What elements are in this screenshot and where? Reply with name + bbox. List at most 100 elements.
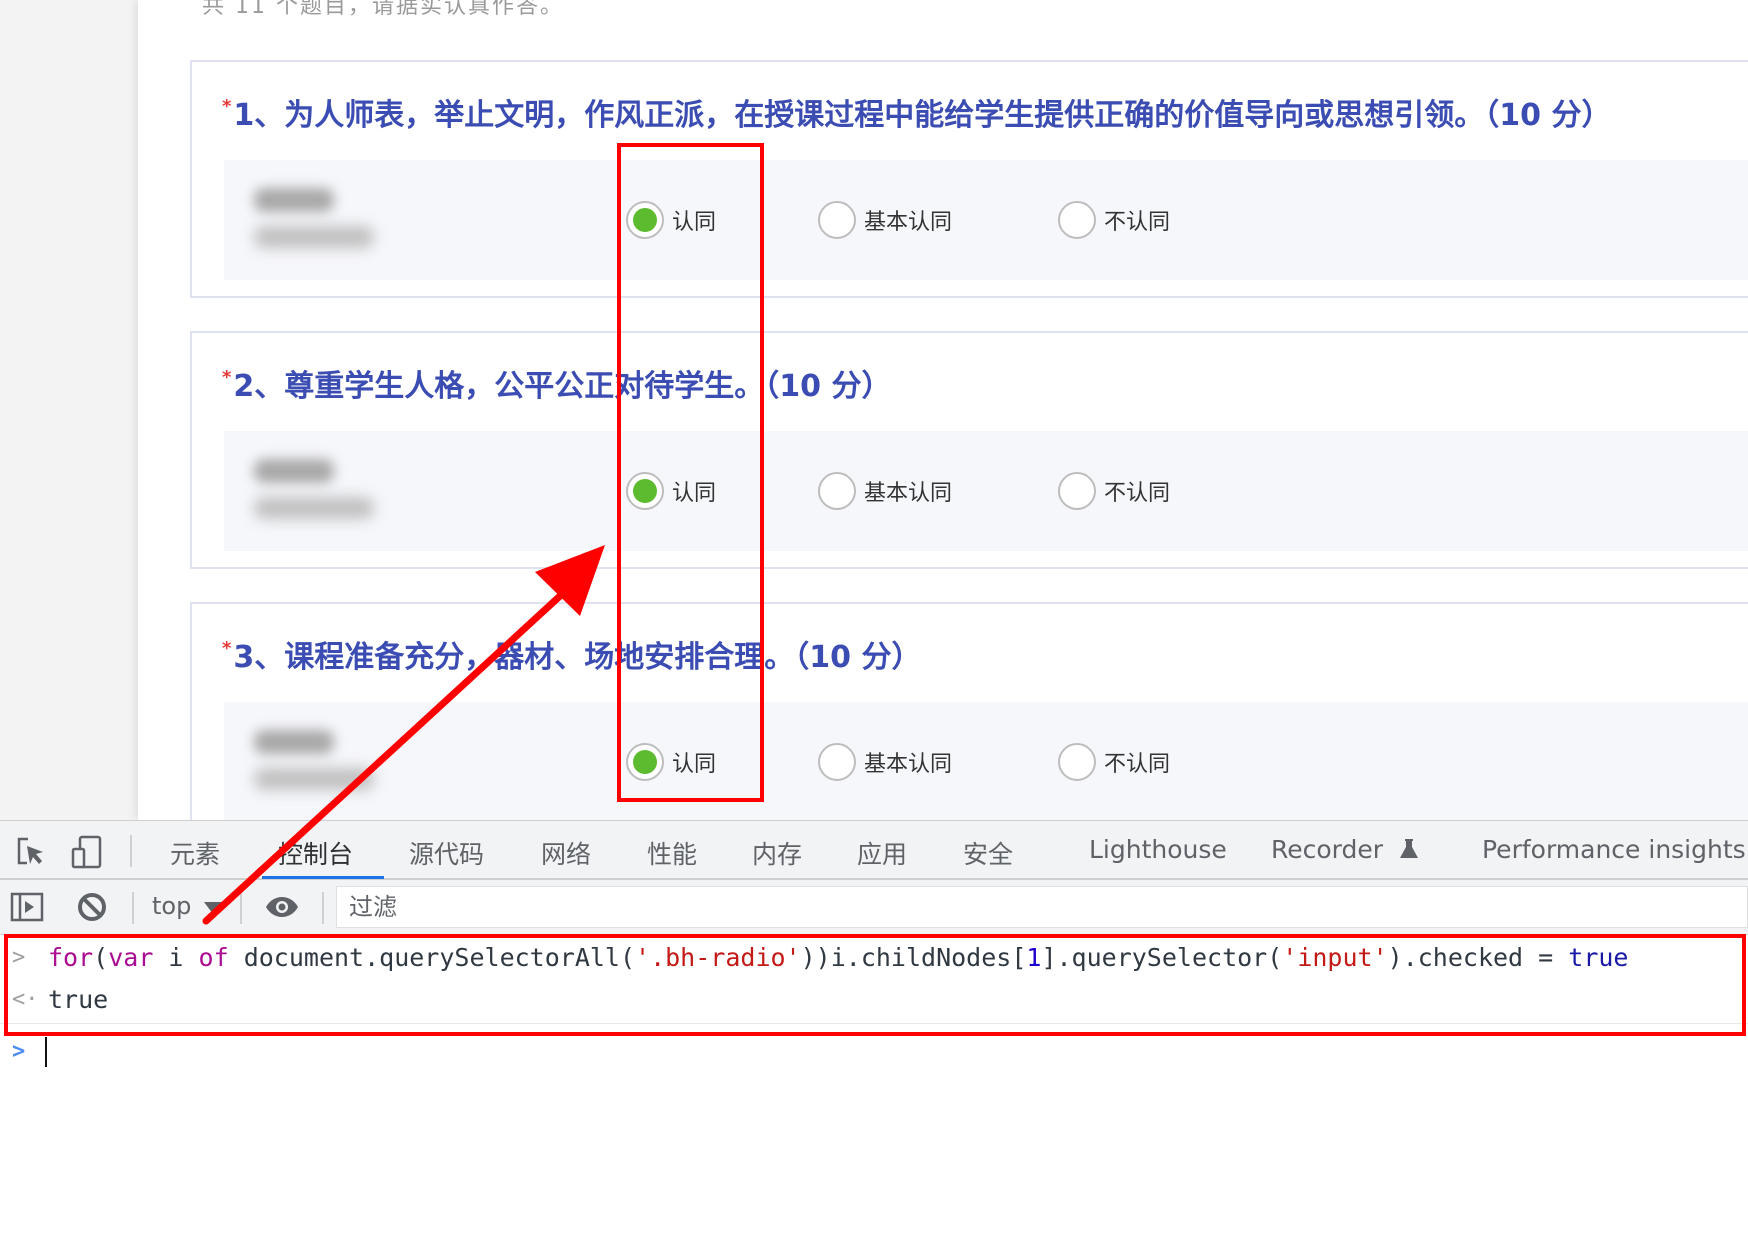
required-mark: * xyxy=(222,367,232,388)
tab-performance[interactable]: 性能 xyxy=(647,835,697,871)
question-card-2: *2、尊重学生人格，公平公正对待学生。（10 分） 认同 基本认同 不认同 xyxy=(190,331,1748,569)
live-expression-eye-icon[interactable] xyxy=(264,890,298,924)
divider xyxy=(132,892,134,924)
input-prompt-icon: > xyxy=(12,945,26,970)
tab-console[interactable]: 控制台 xyxy=(278,835,353,871)
tab-lighthouse[interactable]: Lighthouse xyxy=(1089,835,1227,864)
radio-unchecked[interactable] xyxy=(818,201,856,239)
question-text: 2、尊重学生人格，公平公正对待学生。（10 分） xyxy=(233,369,892,404)
option-label: 不认同 xyxy=(1104,752,1171,777)
question-card-3: *3、课程准备充分，器材、场地安排合理。（10 分） 认同 基本认同 不认同 xyxy=(190,602,1748,820)
code-token-plain: ))i.childNodes[ xyxy=(800,943,1027,972)
inspect-element-icon[interactable] xyxy=(14,835,48,869)
blurred-name xyxy=(254,459,334,483)
result-arrow-icon: <· xyxy=(12,987,39,1012)
option-label: 不认同 xyxy=(1104,210,1171,235)
tab-sources[interactable]: 源代码 xyxy=(409,835,484,871)
screenshot-stage: 共 11 个题目，请据实认真作答。 *1、为人师表，举止文明，作风正派，在授课过… xyxy=(0,0,1748,1252)
tab-memory[interactable]: 内存 xyxy=(752,835,802,871)
option-label: 认同 xyxy=(672,752,717,777)
device-toolbar-icon[interactable] xyxy=(70,835,104,869)
tab-recorder[interactable]: Recorder xyxy=(1271,835,1419,866)
question-text: 3、课程准备充分，器材、场地安排合理。（10 分） xyxy=(233,640,922,675)
blurred-info xyxy=(254,768,374,790)
question-card-1: *1、为人师表，举止文明，作风正派，在授课过程中能给学生提供正确的价值导向或思想… xyxy=(190,60,1748,298)
active-tab-indicator xyxy=(262,876,384,879)
option-label: 基本认同 xyxy=(864,752,953,777)
survey-intro-text: 共 11 个题目，请据实认真作答。 xyxy=(202,0,564,19)
code-token-literal: true xyxy=(1568,943,1629,972)
console-command: for(var i of document.querySelectorAll( '… xyxy=(48,943,1628,972)
console-toolbar: top 过滤 xyxy=(0,880,1748,935)
radio-unchecked[interactable] xyxy=(1058,201,1096,239)
console-prompt-icon: > xyxy=(12,1039,26,1064)
text-cursor[interactable] xyxy=(45,1037,47,1067)
options-row: 认同 基本认同 不认同 xyxy=(224,702,1748,820)
context-label: top xyxy=(152,892,192,920)
tab-performance-insights[interactable]: Performance insights xyxy=(1482,835,1748,866)
option-basically-agree[interactable]: 基本认同 xyxy=(818,742,952,782)
option-agree[interactable]: 认同 xyxy=(626,200,716,240)
blurred-name xyxy=(254,188,334,212)
radio-unchecked[interactable] xyxy=(1058,743,1096,781)
tab-label: Performance insights xyxy=(1482,835,1746,864)
radio-checked[interactable] xyxy=(626,472,664,510)
code-token-keyword: var xyxy=(108,943,154,972)
console-result-line: <· true xyxy=(0,979,1748,1023)
radio-checked[interactable] xyxy=(626,743,664,781)
divider xyxy=(130,835,132,867)
survey-page: 共 11 个题目，请据实认真作答。 *1、为人师表，举止文明，作风正派，在授课过… xyxy=(0,0,1748,820)
console-input-line: > for(var i of document.querySelectorAll… xyxy=(0,937,1748,981)
code-token-keyword: for xyxy=(48,943,94,972)
blurred-name xyxy=(254,730,334,754)
question-title: *3、课程准备充分，器材、场地安排合理。（10 分） xyxy=(222,632,922,676)
code-token-plain: ( xyxy=(93,943,109,972)
tab-label: Recorder xyxy=(1271,835,1384,864)
option-label: 基本认同 xyxy=(864,210,953,235)
radio-unchecked[interactable] xyxy=(818,472,856,510)
question-title: *1、为人师表，举止文明，作风正派，在授课过程中能给学生提供正确的价值导向或思想… xyxy=(222,90,1612,134)
option-label: 基本认同 xyxy=(864,481,953,506)
code-token-plain: ].querySelector( xyxy=(1041,943,1283,972)
option-label: 认同 xyxy=(672,481,717,506)
console-filter-input[interactable]: 过滤 xyxy=(336,886,1748,928)
tab-security[interactable]: 安全 xyxy=(963,835,1013,871)
radio-unchecked[interactable] xyxy=(1058,472,1096,510)
required-mark: * xyxy=(222,96,232,117)
code-token-number: 1 xyxy=(1026,943,1042,972)
radio-checked[interactable] xyxy=(626,201,664,239)
option-label: 认同 xyxy=(672,210,717,235)
required-mark: * xyxy=(222,638,232,659)
option-disagree[interactable]: 不认同 xyxy=(1058,471,1170,511)
caret-down-icon xyxy=(204,902,222,914)
question-text: 1、为人师表，举止文明，作风正派，在授课过程中能给学生提供正确的价值导向或思想引… xyxy=(233,98,1612,133)
code-token-string: 'input' xyxy=(1282,943,1388,972)
divider xyxy=(0,1023,1748,1024)
clear-console-icon[interactable] xyxy=(75,890,109,924)
tab-application[interactable]: 应用 xyxy=(857,835,907,871)
option-basically-agree[interactable]: 基本认同 xyxy=(818,200,952,240)
console-result-value: true xyxy=(48,985,109,1014)
options-row: 认同 基本认同 不认同 xyxy=(224,160,1748,280)
tab-network[interactable]: 网络 xyxy=(541,835,591,871)
console-panel[interactable]: > for(var i of document.querySelectorAll… xyxy=(0,935,1748,1252)
code-token-keyword: of xyxy=(198,943,229,972)
option-disagree[interactable]: 不认同 xyxy=(1058,200,1170,240)
option-agree[interactable]: 认同 xyxy=(626,471,716,511)
code-token-plain: document.querySelectorAll( xyxy=(228,943,636,972)
option-disagree[interactable]: 不认同 xyxy=(1058,742,1170,782)
blurred-info xyxy=(254,497,374,519)
option-agree[interactable]: 认同 xyxy=(626,742,716,782)
option-basically-agree[interactable]: 基本认同 xyxy=(818,471,952,511)
options-row: 认同 基本认同 不认同 xyxy=(224,431,1748,551)
code-token-plain: i xyxy=(153,943,199,972)
experimental-flask-icon xyxy=(1399,837,1419,866)
option-label: 不认同 xyxy=(1104,481,1171,506)
radio-unchecked[interactable] xyxy=(818,743,856,781)
tab-elements[interactable]: 元素 xyxy=(170,835,220,871)
show-sidebar-icon[interactable] xyxy=(10,890,44,924)
question-title: *2、尊重学生人格，公平公正对待学生。（10 分） xyxy=(222,361,892,405)
divider xyxy=(322,892,324,924)
code-token-plain: ).checked = xyxy=(1387,943,1569,972)
divider xyxy=(240,892,242,924)
